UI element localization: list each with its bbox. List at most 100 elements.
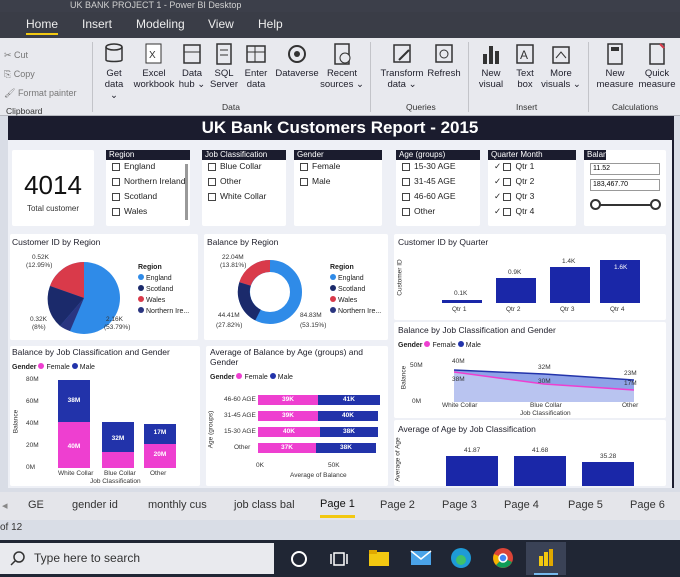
checkbox[interactable] — [112, 162, 120, 171]
bar-female-other[interactable]: 37K — [258, 443, 316, 453]
kpi-card[interactable]: 4014 Total customer — [12, 150, 94, 226]
donut-slice-scotland[interactable] — [237, 282, 262, 321]
checkbox[interactable] — [402, 192, 410, 201]
page-tab[interactable]: Page 5 — [568, 499, 603, 511]
slider-handle-min[interactable] — [590, 199, 601, 210]
balance-min-input[interactable]: 11.52 — [590, 163, 660, 175]
quick-measure-button[interactable]: Quick measure — [636, 42, 678, 90]
quarter-visual[interactable]: Customer ID by Quarter Customer ID 0.1K … — [394, 234, 666, 320]
recent-sources-button[interactable]: Recent sources ⌄ — [320, 42, 364, 90]
checkbox[interactable] — [503, 207, 512, 216]
gender-slicer[interactable]: Gender Female Male — [294, 150, 382, 226]
transform-data-button[interactable]: Transform data ⌄ — [378, 42, 426, 90]
slicer-item[interactable]: 15-30 AGE — [402, 160, 480, 175]
checkbox[interactable] — [208, 192, 216, 201]
slider-handle-max[interactable] — [650, 199, 661, 210]
new-visual-button[interactable]: New visual — [474, 42, 508, 90]
taskbar-search[interactable]: Type here to search — [0, 543, 274, 574]
menu-insert[interactable]: Insert — [82, 17, 112, 31]
legend-item[interactable]: Female — [432, 342, 455, 349]
legend-item[interactable]: Wales — [338, 297, 357, 304]
more-visuals-button[interactable]: More visuals ⌄ — [540, 42, 582, 90]
scrollbar[interactable] — [185, 164, 188, 220]
legend-item[interactable]: Scotland — [338, 286, 365, 293]
menu-modeling[interactable]: Modeling — [136, 17, 185, 31]
checkbox[interactable] — [300, 177, 308, 186]
balance-slicer[interactable]: Balance 11.52 183,467.70 — [584, 150, 666, 226]
slicer-item[interactable]: England — [112, 160, 190, 175]
legend-item[interactable]: Female — [46, 364, 69, 371]
tabs-scroll-left[interactable]: ◂ — [2, 499, 8, 512]
bar-female-31-45[interactable]: 39K — [258, 411, 318, 421]
checkbox[interactable] — [402, 207, 410, 216]
refresh-button[interactable]: Refresh — [426, 42, 462, 79]
page-tab[interactable]: Page 4 — [504, 499, 539, 511]
bar-qtr3[interactable] — [550, 267, 590, 303]
legend-item[interactable]: Northern Ire... — [338, 308, 381, 315]
donut-slice-wales[interactable] — [239, 259, 271, 287]
checkbox[interactable] — [503, 177, 512, 186]
legend-item[interactable]: England — [146, 275, 172, 282]
avg-age-visual[interactable]: Average of Age by Job Classification Ave… — [394, 420, 666, 486]
page-tab[interactable]: Page 6 — [630, 499, 665, 511]
legend-item[interactable]: Male — [80, 364, 95, 371]
checkbox[interactable] — [112, 207, 120, 216]
get-data-button[interactable]: Get data ⌄ — [100, 42, 128, 101]
page-tab[interactable]: Page 2 — [380, 499, 415, 511]
dataverse-button[interactable]: Dataverse — [272, 42, 322, 79]
bar-male-46-60[interactable]: 41K — [318, 395, 380, 405]
power-bi-taskbar-button[interactable] — [526, 542, 566, 575]
page-tab[interactable]: monthly cus — [148, 499, 207, 511]
slicer-item[interactable]: 31-45 AGE — [402, 175, 480, 190]
legend-item[interactable]: Wales — [146, 297, 165, 304]
quarter-slicer[interactable]: Quarter Month ✓ Qtr 1 ✓ Qtr 2 ✓ Qtr 3 ✓ … — [488, 150, 576, 226]
slicer-item[interactable]: Wales — [112, 205, 190, 220]
format-painter-button[interactable]: 🖌 Format painter — [4, 84, 76, 103]
edge-icon[interactable] — [450, 547, 472, 569]
bar-female-46-60[interactable]: 39K — [258, 395, 318, 405]
job-slicer[interactable]: Job Classification Blue Collar Other Whi… — [202, 150, 286, 226]
bar-male-31-45[interactable]: 40K — [318, 411, 378, 421]
legend-item[interactable]: Scotland — [146, 286, 173, 293]
checkbox[interactable] — [402, 177, 410, 186]
bar-qtr2[interactable] — [496, 278, 536, 303]
menu-view[interactable]: View — [208, 17, 234, 31]
slicer-item[interactable]: ✓ Qtr 2 — [494, 175, 576, 190]
slicer-item[interactable]: ✓ Qtr 4 — [494, 205, 576, 220]
bar-qtr1[interactable] — [442, 300, 482, 303]
slicer-item[interactable]: ✓ Qtr 3 — [494, 190, 576, 205]
donut-balance-visual[interactable]: Balance by Region 22.04M (13.81%) 44.41M… — [204, 234, 388, 340]
page-tab[interactable]: job class bal — [234, 499, 295, 511]
slicer-item[interactable]: Male — [300, 175, 382, 190]
bar-female-blue-collar[interactable] — [102, 452, 134, 468]
slicer-item[interactable]: Other — [208, 175, 286, 190]
legend-item[interactable]: England — [338, 275, 364, 282]
stacked-job-visual[interactable]: Balance by Job Classification and Gender… — [10, 346, 200, 486]
bar-other[interactable] — [582, 462, 634, 486]
checkbox[interactable] — [208, 177, 216, 186]
excel-workbook-button[interactable]: X Excel workbook — [132, 42, 176, 90]
slicer-item[interactable]: Other — [402, 205, 480, 220]
checkbox[interactable] — [503, 162, 512, 171]
text-box-button[interactable]: A Text box — [510, 42, 540, 90]
checkbox[interactable] — [402, 162, 410, 171]
slicer-item[interactable]: Blue Collar — [208, 160, 286, 175]
cut-button[interactable]: ✂ Cut — [4, 46, 76, 65]
slicer-item[interactable]: ✓ Qtr 1 — [494, 160, 576, 175]
page-tab[interactable]: Page 3 — [442, 499, 477, 511]
slicer-item[interactable]: Female — [300, 160, 382, 175]
slicer-item[interactable]: 46-60 AGE — [402, 190, 480, 205]
bar-male-15-30[interactable]: 38K — [320, 427, 378, 437]
slicer-item[interactable]: Scotland — [112, 190, 190, 205]
age-slicer[interactable]: Age (groups) 15-30 AGE 31-45 AGE 46-60 A… — [396, 150, 480, 226]
slicer-item[interactable]: Northern Ireland — [112, 175, 190, 190]
chrome-icon[interactable] — [492, 547, 514, 569]
bar-male-other[interactable]: 38K — [316, 443, 376, 453]
bar-female-15-30[interactable]: 40K — [258, 427, 320, 437]
menu-home[interactable]: Home — [26, 17, 59, 35]
slicer-item[interactable]: White Collar — [208, 190, 286, 205]
checkbox[interactable] — [503, 192, 512, 201]
legend-item[interactable]: Female — [244, 374, 267, 381]
checkbox[interactable] — [112, 177, 120, 186]
sql-server-button[interactable]: SQL Server — [210, 42, 238, 90]
